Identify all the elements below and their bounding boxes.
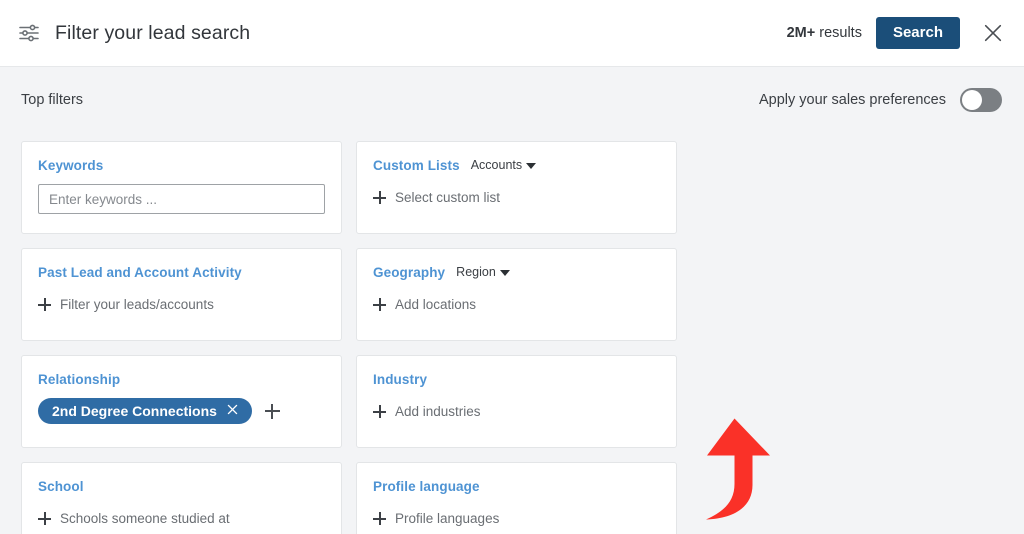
sales-preferences-group: Apply your sales preferences bbox=[759, 88, 1002, 112]
add-locations-action[interactable]: Add locations bbox=[373, 297, 660, 312]
plus-icon bbox=[373, 405, 386, 418]
search-button[interactable]: Search bbox=[875, 17, 960, 49]
plus-icon bbox=[373, 512, 386, 525]
add-schools-action[interactable]: Schools someone studied at bbox=[38, 511, 325, 526]
card-title-row: Profile language bbox=[373, 477, 660, 495]
header-right-group: 2M+ results Search bbox=[787, 17, 1006, 49]
geography-type-dropdown[interactable]: Region bbox=[456, 265, 510, 279]
sales-preferences-label: Apply your sales preferences bbox=[759, 92, 946, 108]
card-action-label: Profile languages bbox=[395, 511, 500, 526]
card-title-row: Industry bbox=[373, 370, 660, 388]
filter-lead-search-modal: Filter your lead search 2M+ results Sear… bbox=[0, 0, 1024, 534]
custom-lists-type-dropdown[interactable]: Accounts bbox=[470, 158, 537, 172]
add-profile-languages-action[interactable]: Profile languages bbox=[373, 511, 660, 526]
plus-icon bbox=[38, 298, 51, 311]
filter-card-geography[interactable]: Geography Region Add locations bbox=[356, 248, 677, 341]
relationship-pill-row: 2nd Degree Connections bbox=[38, 398, 325, 424]
filter-card-title: Keywords bbox=[38, 157, 104, 173]
filter-card-title: School bbox=[38, 478, 84, 494]
card-action-label: Add industries bbox=[395, 404, 481, 419]
card-title-row: Keywords bbox=[38, 156, 325, 174]
pill-label: 2nd Degree Connections bbox=[52, 402, 217, 419]
card-title-row: Relationship bbox=[38, 370, 325, 388]
filter-card-industry[interactable]: Industry Add industries bbox=[356, 355, 677, 448]
add-industries-action[interactable]: Add industries bbox=[373, 404, 660, 419]
card-title-row: School bbox=[38, 477, 325, 495]
plus-icon bbox=[373, 298, 386, 311]
plus-icon bbox=[38, 512, 51, 525]
modal-header: Filter your lead search 2M+ results Sear… bbox=[0, 0, 1024, 67]
select-custom-list-action[interactable]: Select custom list bbox=[373, 190, 660, 205]
filter-card-title: Past Lead and Account Activity bbox=[38, 264, 242, 280]
add-relationship-plus-icon[interactable] bbox=[264, 403, 280, 419]
dropdown-value: Accounts bbox=[470, 158, 523, 172]
filter-card-title: Relationship bbox=[38, 371, 121, 387]
results-count-number: 2M+ bbox=[786, 25, 816, 41]
card-title-row: Custom Lists Accounts bbox=[373, 156, 660, 174]
close-x-icon bbox=[982, 22, 1004, 44]
page-title: Filter your lead search bbox=[55, 21, 251, 44]
plus-icon bbox=[373, 191, 386, 204]
card-action-label: Select custom list bbox=[395, 190, 501, 205]
header-left-group: Filter your lead search bbox=[18, 22, 250, 45]
filter-card-title: Profile language bbox=[373, 478, 480, 494]
filter-card-profile-language[interactable]: Profile language Profile languages bbox=[356, 462, 677, 534]
filter-leads-accounts-action[interactable]: Filter your leads/accounts bbox=[38, 297, 325, 312]
filter-card-relationship[interactable]: Relationship 2nd Degree Connections bbox=[21, 355, 342, 448]
remove-pill-x-icon[interactable] bbox=[226, 403, 239, 418]
card-title-row: Past Lead and Account Activity bbox=[38, 263, 325, 281]
chevron-down-icon bbox=[499, 269, 510, 276]
top-filters-heading: Top filters bbox=[21, 92, 84, 108]
dropdown-value: Region bbox=[456, 265, 496, 279]
filter-card-past-lead-and-account-activity[interactable]: Past Lead and Account Activity Filter yo… bbox=[21, 248, 342, 341]
filter-card-school[interactable]: School Schools someone studied at bbox=[21, 462, 342, 534]
close-button[interactable] bbox=[980, 20, 1006, 46]
card-action-label: Schools someone studied at bbox=[60, 511, 230, 526]
filter-card-grid: Keywords Custom Lists Accounts Select cu… bbox=[21, 141, 1011, 534]
results-count: 2M+ results bbox=[787, 25, 862, 41]
filter-card-keywords[interactable]: Keywords bbox=[21, 141, 342, 234]
results-count-unit: results bbox=[819, 25, 862, 41]
toggle-knob bbox=[962, 90, 982, 110]
card-action-label: Add locations bbox=[395, 297, 477, 312]
card-action-label: Filter your leads/accounts bbox=[60, 297, 214, 312]
sales-preferences-toggle[interactable] bbox=[960, 88, 1002, 112]
keywords-input[interactable] bbox=[38, 184, 325, 214]
filter-card-title: Geography bbox=[373, 264, 446, 280]
filter-card-title: Industry bbox=[373, 371, 428, 387]
filter-card-custom-lists[interactable]: Custom Lists Accounts Select custom list bbox=[356, 141, 677, 234]
filter-card-title: Custom Lists bbox=[373, 157, 460, 173]
card-title-row: Geography Region bbox=[373, 263, 660, 281]
top-filters-bar: Top filters Apply your sales preferences bbox=[0, 67, 1024, 133]
relationship-pill-2nd-degree-connections[interactable]: 2nd Degree Connections bbox=[38, 398, 252, 424]
sliders-filter-icon bbox=[18, 22, 40, 44]
chevron-down-icon bbox=[526, 162, 537, 169]
